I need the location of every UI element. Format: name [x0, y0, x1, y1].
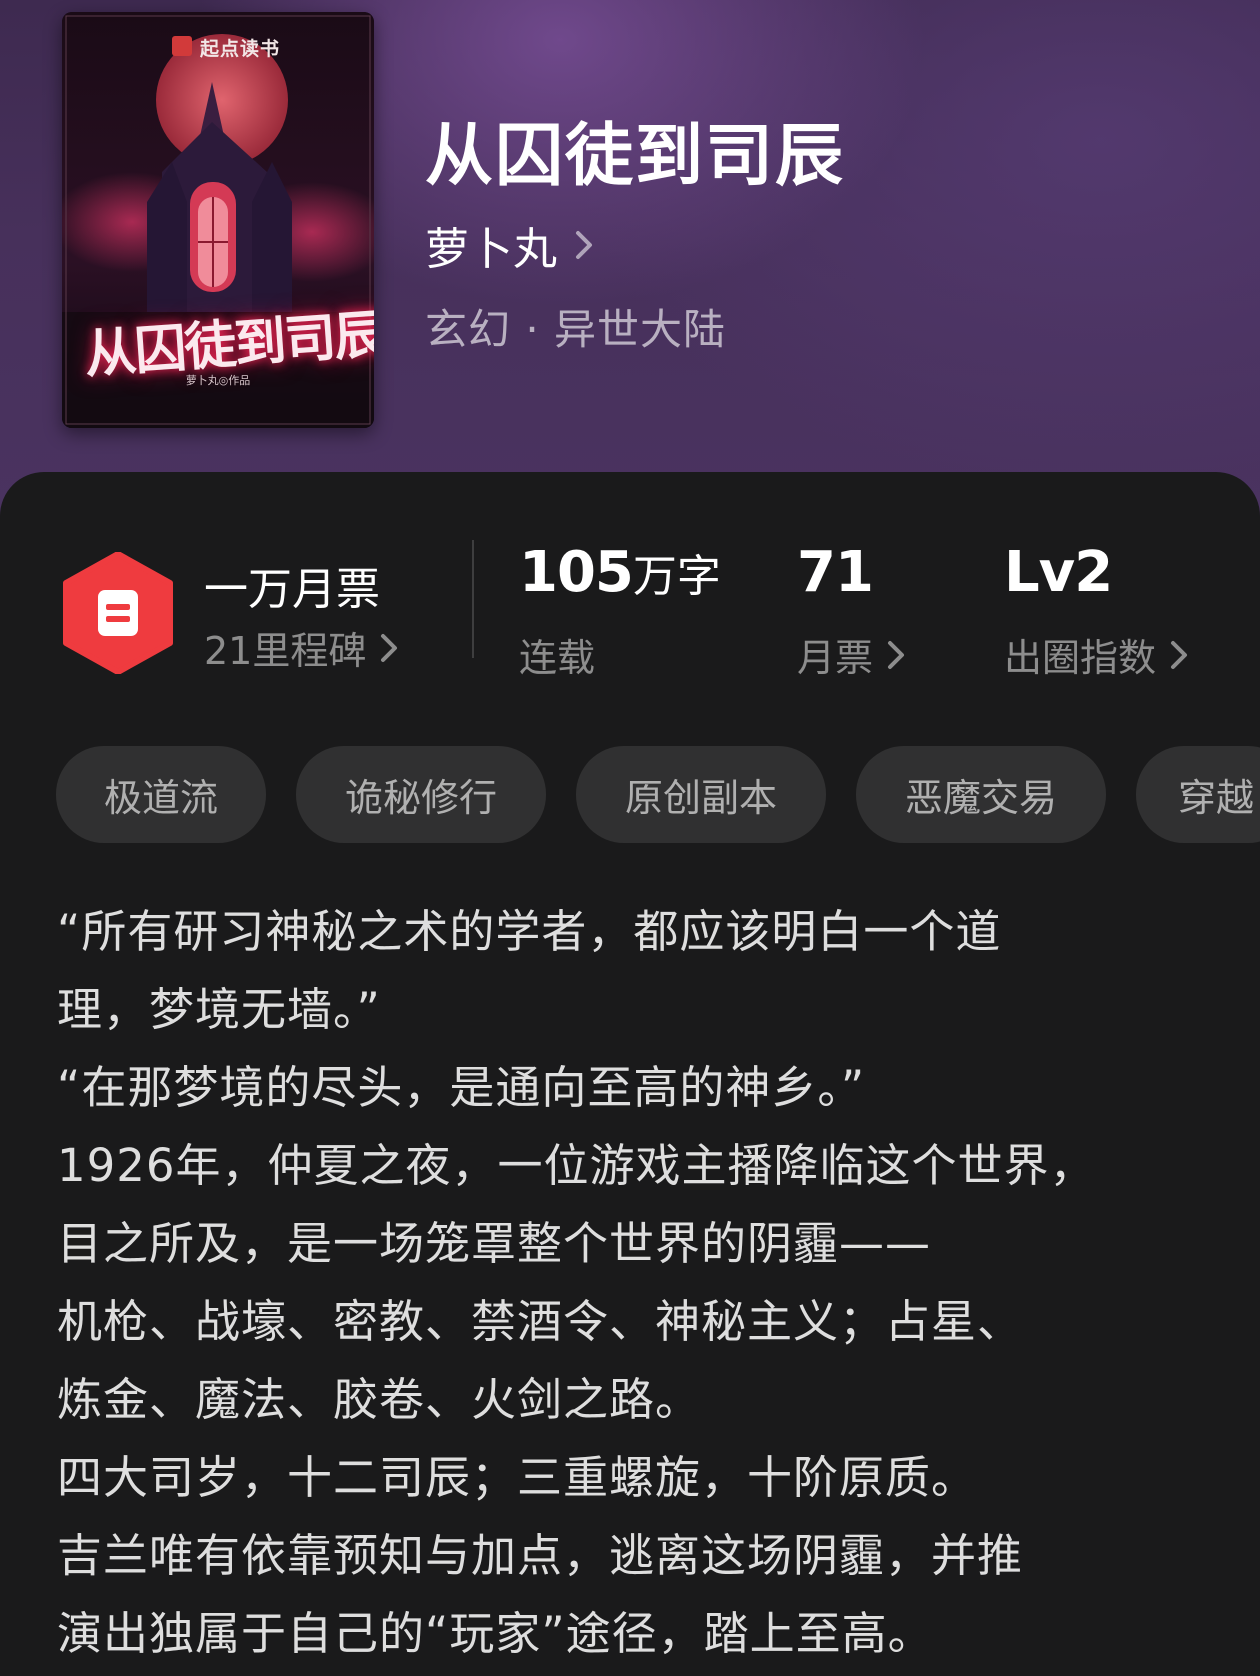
synopsis-line: “在那梦境的尽头，是通向至高的神乡。”	[57, 1061, 866, 1114]
tag-chip[interactable]: 诡秘修行	[296, 746, 546, 843]
synopsis-line: “所有研习神秘之术的学者，都应该明白一个道	[57, 905, 1002, 958]
word-count: 105万字	[519, 540, 721, 605]
stats-divider	[472, 540, 474, 658]
synopsis-line: 目之所及，是一场笼罩整个世界的阴霾——	[57, 1217, 932, 1270]
chevron-right-icon	[888, 640, 905, 669]
chevron-right-icon	[576, 231, 592, 259]
cover-brand-logo	[172, 36, 192, 56]
badge-milestone: 21里程碑	[204, 629, 367, 673]
cover-author: 萝卜丸◎作品	[185, 374, 251, 387]
synopsis-line: 四大司岁，十二司辰；三重螺旋，十阶原质。	[57, 1451, 978, 1504]
word-count-number: 105	[519, 540, 634, 605]
badge-milestone-link[interactable]: 21里程碑	[204, 620, 398, 675]
author-link[interactable]: 萝卜丸	[425, 213, 593, 277]
chevron-right-icon	[1171, 640, 1188, 669]
book-genre[interactable]: 玄幻 · 异世大陆	[425, 296, 726, 357]
book-title: 从囚徒到司辰	[425, 116, 846, 196]
popularity-index-label: 出圈指数	[1004, 636, 1157, 680]
popularity-level-value: Lv2	[1004, 540, 1113, 605]
monthly-votes: 71	[797, 540, 874, 605]
synopsis-line: 机枪、战壕、密教、禁酒令、神秘主义；占星、	[57, 1295, 1024, 1348]
book-synopsis[interactable]: “所有研习神秘之术的学者，都应该明白一个道 理，梦境无墙。” “在那梦境的尽头，…	[57, 893, 1207, 1673]
popularity-level: Lv2	[1004, 540, 1113, 605]
tag-chip[interactable]: 原创副本	[576, 746, 826, 843]
tag-chip[interactable]: 极道流	[56, 746, 266, 843]
monthly-votes-number: 71	[797, 540, 874, 605]
monthly-ticket-badge-icon[interactable]	[62, 552, 174, 674]
synopsis-line: 演出独属于自己的“玩家”途径，踏上至高。	[57, 1607, 934, 1660]
badge-title: 一万月票	[204, 564, 380, 615]
book-detail-page: 起点读书 从囚徒到司辰 萝卜丸◎作品 从囚徒到司辰 萝卜丸 玄幻 · 异世大陆 …	[0, 0, 1260, 1676]
popularity-index-link[interactable]: 出圈指数	[1004, 627, 1188, 682]
word-count-unit: 万字	[632, 551, 721, 602]
monthly-votes-label: 月票	[797, 636, 874, 680]
tag-list: 极道流 诡秘修行 原创副本 恶魔交易 穿越	[56, 746, 1260, 843]
tag-chip[interactable]: 恶魔交易	[856, 746, 1106, 843]
book-cover[interactable]: 起点读书 从囚徒到司辰 萝卜丸◎作品	[62, 12, 374, 428]
serial-status: 连载	[519, 627, 595, 682]
tag-chip[interactable]: 穿越	[1136, 746, 1260, 843]
serial-status-label: 连载	[519, 636, 596, 680]
synopsis-line: 1926年，仲夏之夜，一位游戏主播降临这个世界，	[57, 1139, 1096, 1192]
author-name: 萝卜丸	[425, 224, 557, 275]
chevron-right-icon	[381, 633, 398, 662]
cover-brand: 起点读书	[200, 38, 281, 60]
monthly-votes-link[interactable]: 月票	[797, 627, 905, 682]
synopsis-line: 理，梦境无墙。”	[57, 983, 381, 1036]
synopsis-line: 吉兰唯有依靠预知与加点，逃离这场阴霾，并推	[57, 1529, 1024, 1582]
book-header: 起点读书 从囚徒到司辰 萝卜丸◎作品 从囚徒到司辰 萝卜丸 玄幻 · 异世大陆	[0, 0, 1260, 520]
synopsis-line: 炼金、魔法、胶卷、火剑之路。	[57, 1373, 702, 1426]
